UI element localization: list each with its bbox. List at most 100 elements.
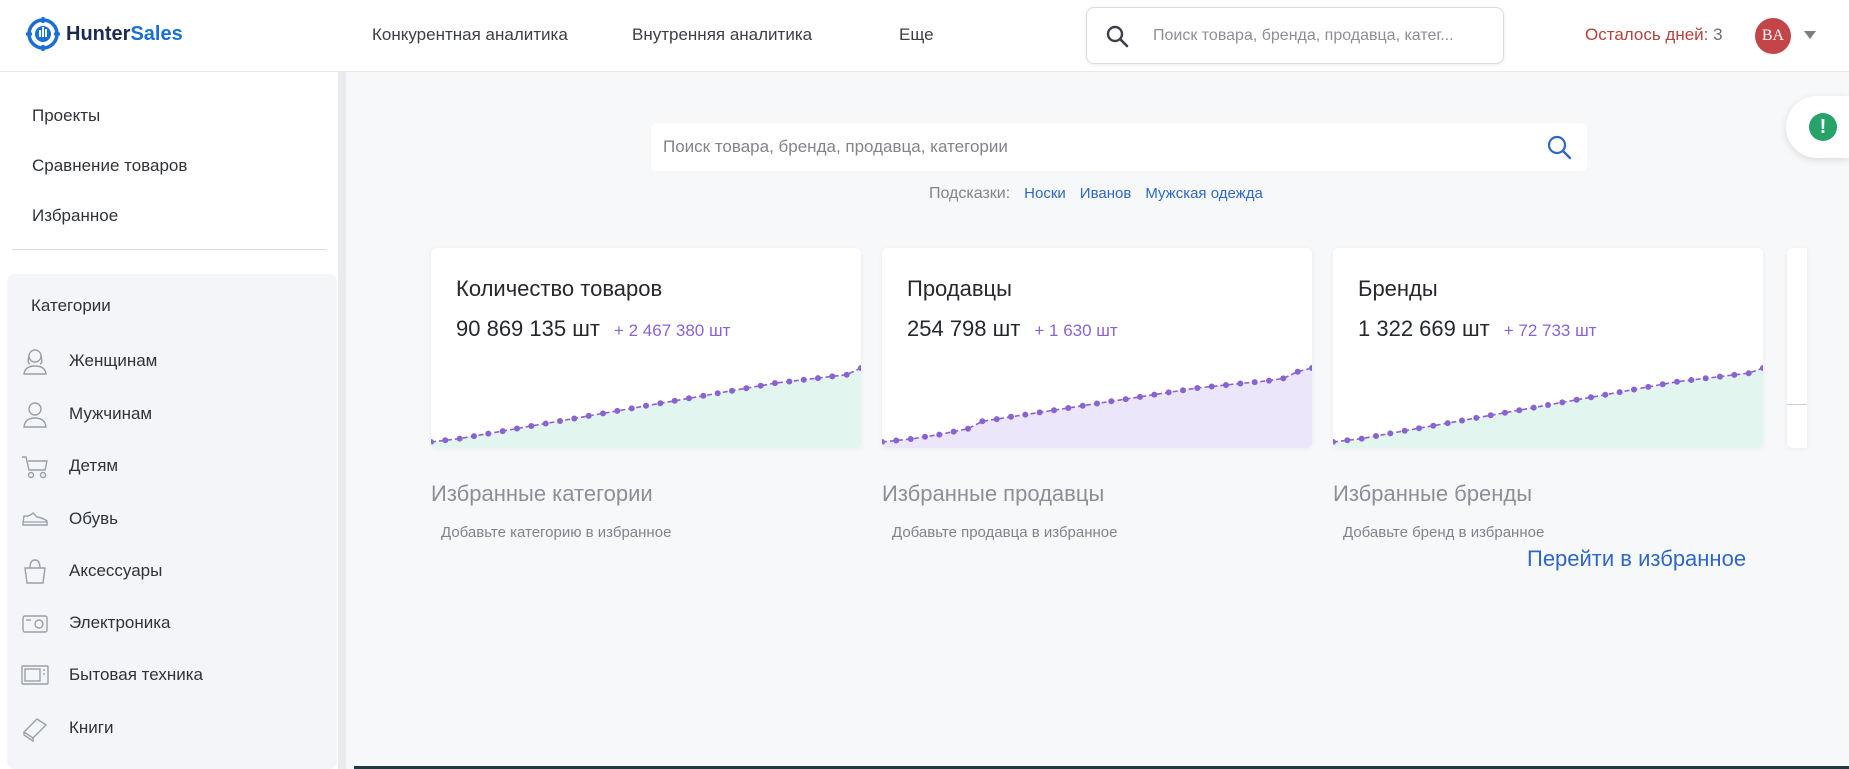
trend-point [1036,409,1043,416]
category-women[interactable]: Женщинам [21,344,157,378]
header-search-input[interactable] [1153,22,1489,50]
categories-title: Категории [31,296,111,315]
trend-point [786,378,793,385]
trend-point [614,407,621,414]
trend-point [1416,425,1422,432]
card-delta: + 2 467 380 шт [613,321,731,340]
trend-point [1387,430,1394,437]
days-left: Осталось дней: 3 [1585,25,1723,45]
trend-point [1079,402,1086,409]
category-label: Бытовая техника [69,665,203,684]
trend-point [843,371,850,378]
logo[interactable]: HunterSales [26,17,183,51]
category-kids[interactable]: Детям [21,449,118,483]
shoe-icon [22,512,48,526]
trend-point [1208,383,1215,390]
categories-panel: Категории Женщинам Мужчинам Детям Обувь … [7,274,337,769]
trend-point [1358,435,1365,442]
trend-point [1094,400,1100,407]
trend-point [1108,398,1115,405]
nav-internal-analytics[interactable]: Внутренняя аналитика [632,25,812,45]
favorite-sellers-hint: Добавьте продавца в избранное [892,524,1118,541]
search-icon[interactable] [1545,133,1573,161]
category-men[interactable]: Мужчинам [21,397,152,431]
trend-point [1151,391,1158,398]
search-icon[interactable] [1105,24,1129,48]
chevron-down-icon[interactable] [1804,31,1816,39]
trend-point [1717,373,1723,380]
trend-point [950,428,957,435]
alert-icon: ! [1809,113,1837,141]
card-title: Продавцы [907,276,1012,301]
trend-point [922,433,928,440]
card-value-row: 254 798 шт + 1 630 шт [907,316,1118,342]
hints-label: Подсказки: [929,185,1011,202]
microwave-icon [21,665,49,685]
bag-icon [24,559,46,584]
sidebar-item-compare[interactable]: Сравнение товаров [32,156,187,176]
trend-point [1573,396,1580,403]
trend-point [1631,386,1637,393]
trend-point [514,425,520,432]
hint-link[interactable]: Носки [1024,185,1066,203]
top-header: HunterSales Конкурентная аналитика Внутр… [0,0,1849,72]
trend-point [528,423,535,429]
trend-point [499,428,506,435]
man-icon [23,402,47,428]
category-appliances[interactable]: Бытовая техника [21,658,203,692]
trend-point [1373,433,1379,439]
nav-competitive-analytics[interactable]: Конкурентная аналитика [372,25,568,45]
category-label: Мужчинам [69,404,153,423]
trend-point [485,430,492,437]
card-title: Количество товаров [456,276,663,301]
sidebar-item-projects[interactable]: Проекты [32,106,100,126]
trend-point [1165,389,1172,396]
trend-point [1731,371,1738,378]
stat-card-brands[interactable]: Бренды 1 322 669 шт + 72 733 шт [1333,248,1763,448]
trend-point [1530,404,1537,411]
trend-point [1588,394,1594,401]
category-label: Детям [69,456,119,475]
nav-more[interactable]: Еще [899,25,934,45]
trend-point [442,437,449,444]
trend-point [936,431,943,438]
camera-icon [22,615,48,633]
trend-point [1294,368,1301,375]
book-icon [22,718,48,742]
stat-card-partial[interactable] [1787,248,1807,448]
category-electronics[interactable]: Электроника [21,606,171,640]
sidebar-item-favorites[interactable]: Избранное [32,206,118,226]
trend-point [1602,391,1609,398]
favorite-brands-title: Избранные бренды [1333,481,1533,506]
sidebar: Проекты Сравнение товаров Избранное Кате… [0,72,346,769]
trend-point [456,435,463,442]
stat-card-products[interactable]: Количество товаров 90 869 135 шт + 2 467… [431,248,861,448]
trend-point [1280,375,1287,382]
hint-link[interactable]: Иванов [1080,185,1132,203]
main-search-input[interactable] [663,133,1523,161]
goto-favorites-link[interactable]: Перейти в избранное [1527,546,1746,572]
logo-target-icon [26,17,60,51]
favorite-brands-hint: Добавьте бренд в избранное [1343,524,1545,541]
card-value-row: 1 322 669 шт + 72 733 шт [1358,316,1597,342]
stat-card-sellers[interactable]: Продавцы 254 798 шт + 1 630 шт [882,248,1312,448]
trend-point [893,437,900,444]
trend-chart [882,365,1312,448]
category-books[interactable]: Книги [21,711,113,745]
trend-point [800,376,807,383]
trend-point [714,390,721,397]
trend-point [1180,387,1186,394]
category-shoes[interactable]: Обувь [21,502,118,536]
trend-point [1022,411,1029,418]
trend-point [979,418,986,425]
trend-point [1266,377,1272,384]
hint-link[interactable]: Мужская одежда [1145,185,1262,203]
notification-button[interactable]: ! [1786,96,1849,158]
trend-point [628,405,635,412]
trend-point [1008,413,1014,420]
avatar[interactable]: BA [1755,18,1791,54]
category-accessories[interactable]: Аксессуары [21,554,162,588]
trend-point [729,387,735,394]
trend-point [571,415,578,422]
trend-point [1702,375,1709,382]
